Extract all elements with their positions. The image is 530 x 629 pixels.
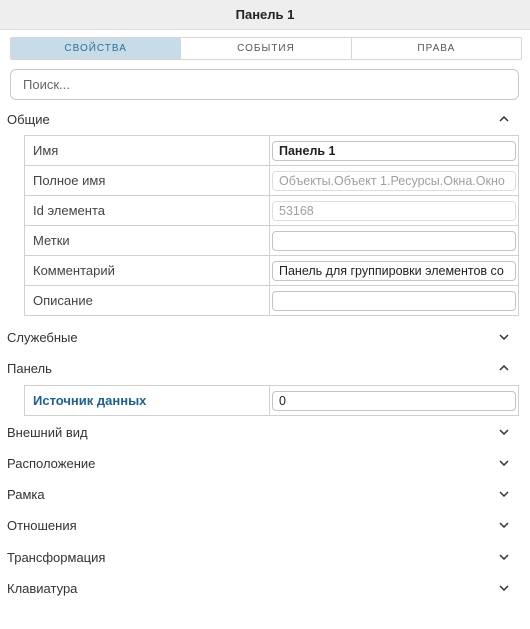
element-id-field: 53168 — [272, 200, 516, 221]
tab-rights[interactable]: ПРАВА — [352, 38, 521, 59]
tags-field[interactable] — [272, 230, 516, 251]
section-label: Клавиатура — [7, 580, 78, 596]
table-row: Источник данных 0 — [24, 385, 519, 416]
table-row: Метки — [24, 225, 519, 256]
section-transform[interactable]: Трансформация — [0, 546, 530, 568]
tab-bar: СВОЙСТВА СОБЫТИЯ ПРАВА — [10, 37, 522, 60]
section-label: Общие — [7, 111, 50, 127]
general-properties-table: Имя Панель 1 Полное имя Объекты.Объект 1… — [24, 135, 519, 316]
table-row: Id элемента 53168 — [24, 195, 519, 226]
section-appearance[interactable]: Внешний вид — [0, 421, 530, 443]
property-name: Описание — [24, 285, 270, 316]
property-name: Id элемента — [24, 195, 270, 226]
section-label: Отношения — [7, 517, 77, 533]
property-name: Полное имя — [24, 165, 270, 196]
property-name: Метки — [24, 225, 270, 256]
data-source-field[interactable]: 0 — [272, 390, 516, 411]
chevron-up-icon[interactable] — [498, 113, 510, 125]
section-keyboard[interactable]: Клавиатура — [0, 577, 530, 599]
section-relations[interactable]: Отношения — [0, 514, 530, 536]
section-label: Трансформация — [7, 549, 106, 565]
chevron-down-icon[interactable] — [498, 331, 510, 343]
section-position[interactable]: Расположение — [0, 452, 530, 474]
table-row: Имя Панель 1 — [24, 135, 519, 166]
panel-properties-table: Источник данных 0 — [24, 385, 519, 416]
section-general[interactable]: Общие — [0, 108, 530, 130]
chevron-up-icon[interactable] — [498, 362, 510, 374]
table-row: Комментарий Панель для группировки элеме… — [24, 255, 519, 286]
section-label: Расположение — [7, 455, 96, 471]
property-name: Комментарий — [24, 255, 270, 286]
table-row: Описание — [24, 285, 519, 316]
comment-field[interactable]: Панель для группировки элементов со — [272, 260, 516, 281]
window-title: Панель 1 — [0, 0, 530, 30]
property-name: Источник данных — [24, 385, 270, 416]
chevron-down-icon[interactable] — [498, 519, 510, 531]
chevron-down-icon[interactable] — [498, 582, 510, 594]
section-label: Панель — [7, 360, 52, 376]
section-frame[interactable]: Рамка — [0, 483, 530, 505]
section-service[interactable]: Служебные — [0, 326, 530, 348]
section-label: Рамка — [7, 486, 45, 502]
section-label: Служебные — [7, 329, 78, 345]
search-input[interactable] — [10, 69, 519, 100]
chevron-down-icon[interactable] — [498, 457, 510, 469]
tab-events[interactable]: СОБЫТИЯ — [181, 38, 352, 59]
chevron-down-icon[interactable] — [498, 426, 510, 438]
section-panel[interactable]: Панель — [0, 357, 530, 379]
table-row: Полное имя Объекты.Объект 1.Ресурсы.Окна… — [24, 165, 519, 196]
tab-properties[interactable]: СВОЙСТВА — [11, 38, 182, 59]
property-name: Имя — [24, 135, 270, 166]
chevron-down-icon[interactable] — [498, 488, 510, 500]
name-field[interactable]: Панель 1 — [272, 140, 516, 161]
description-field[interactable] — [272, 290, 516, 311]
section-label: Внешний вид — [7, 424, 88, 440]
full-name-field: Объекты.Объект 1.Ресурсы.Окна.Окно — [272, 170, 516, 191]
chevron-down-icon[interactable] — [498, 551, 510, 563]
